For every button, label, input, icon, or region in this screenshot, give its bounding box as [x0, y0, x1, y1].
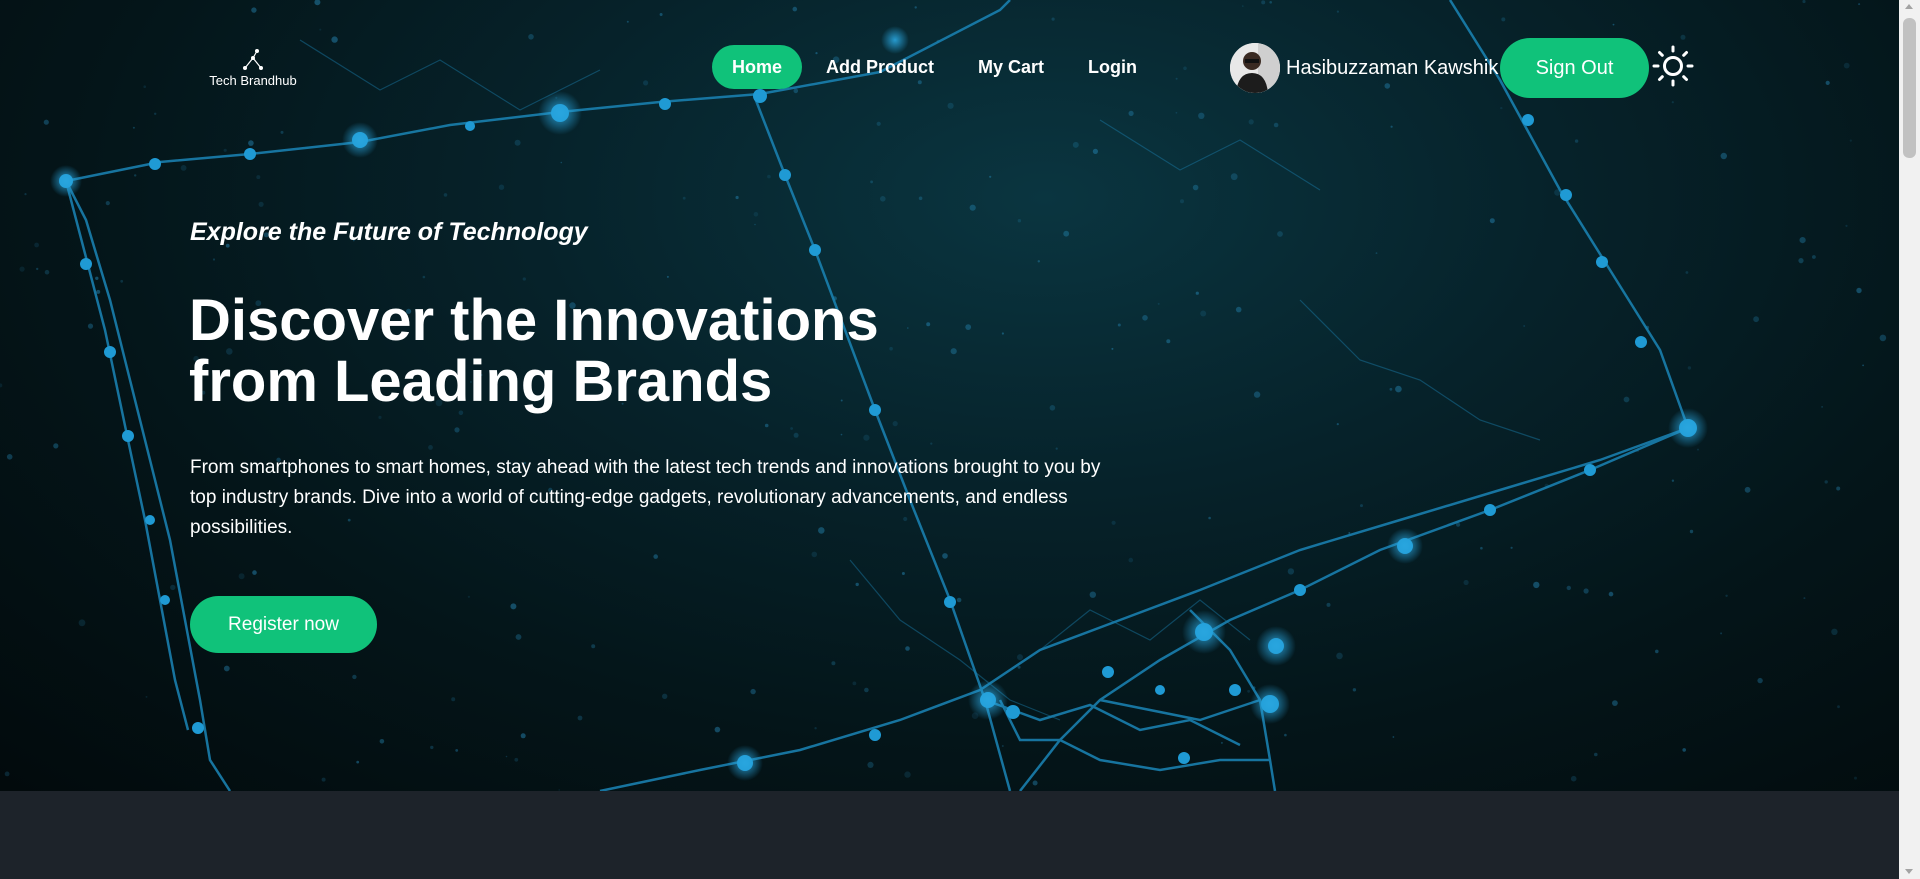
nav-link-login[interactable]: Login: [1068, 45, 1157, 89]
page-lower-section: [0, 791, 1899, 879]
vertical-scrollbar[interactable]: [1899, 0, 1920, 879]
nav-link-home[interactable]: Home: [712, 45, 803, 89]
user-name: Hasibuzzaman Kawshik: [1286, 56, 1499, 79]
brand-name: Tech Brandhub: [209, 73, 297, 88]
user-info: Hasibuzzaman Kawshik: [1230, 42, 1498, 94]
nav-link-add-product[interactable]: Add Product: [806, 45, 954, 89]
register-now-button[interactable]: Register now: [190, 596, 377, 653]
brand-logo[interactable]: Tech Brandhub: [206, 48, 300, 88]
hero-description: From smartphones to smart homes, stay ah…: [190, 457, 1101, 538]
hero-headline-line-2: from Leading Brands: [189, 349, 773, 414]
hero-headline-line-1: Discover the Innovations: [189, 288, 879, 353]
avatar[interactable]: [1230, 43, 1280, 93]
scrollbar-thumb[interactable]: [1903, 18, 1916, 158]
sign-out-button[interactable]: Sign Out: [1500, 38, 1649, 98]
scroll-up-arrow-icon[interactable]: [1905, 4, 1913, 9]
sun-icon: [1652, 45, 1694, 87]
network-nodes-icon: [243, 49, 263, 70]
main-nav: Home Add Product My Cart Login: [712, 45, 1157, 89]
nav-link-my-cart[interactable]: My Cart: [958, 45, 1064, 89]
hero-section: Tech Brandhub Home Add Product My Cart L…: [0, 0, 1899, 791]
hero-headline: Discover the Innovations from Leading Br…: [189, 290, 949, 412]
hero-eyebrow: Explore the Future of Technology: [190, 218, 588, 246]
theme-toggle[interactable]: [1652, 45, 1694, 87]
scroll-down-arrow-icon[interactable]: [1905, 869, 1913, 874]
user-avatar: [1230, 43, 1280, 93]
